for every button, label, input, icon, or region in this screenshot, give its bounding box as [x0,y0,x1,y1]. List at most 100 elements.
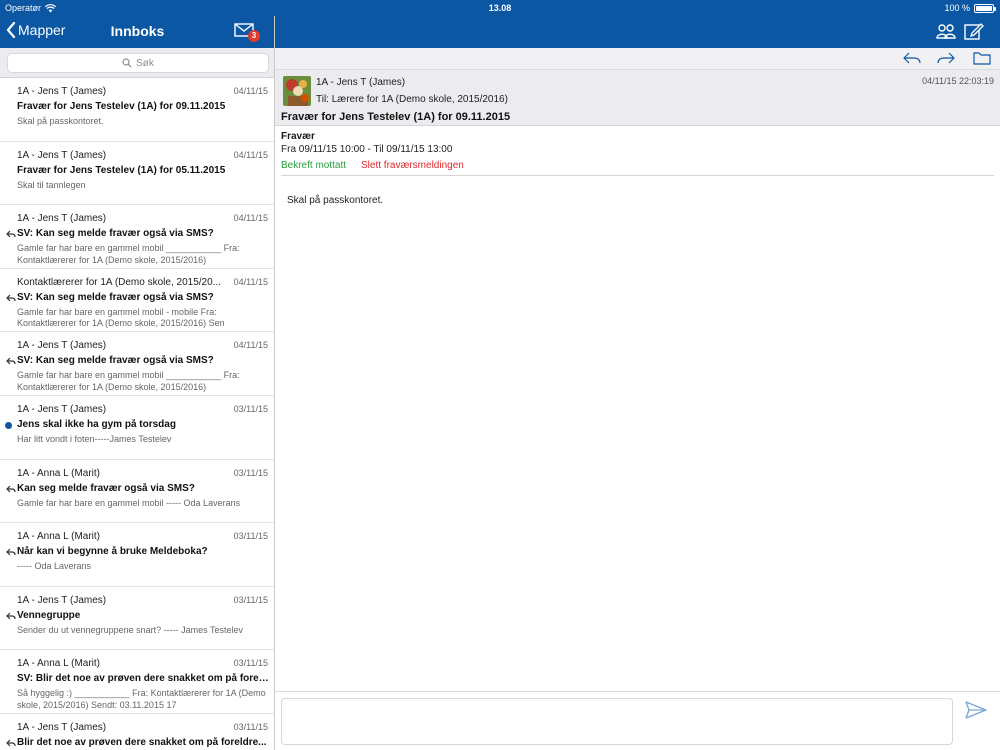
message-recipients: Til: Lærere for 1A (Demo skole, 2015/201… [316,94,508,105]
message-list-item[interactable]: 1A - Jens T (James) 04/11/15 SV: Kan seg m… [0,205,274,269]
message-date: 03/11/15 [233,594,268,605]
message-from: 1A - Anna L (Marit) [17,531,100,543]
message-date: 03/11/15 [233,531,268,542]
replied-icon [6,230,16,238]
message-from: 1A - Jens T (James) [17,149,107,161]
message-list-item[interactable]: 1A - Anna L (Marit) 03/11/15 Kan seg melde… [0,460,274,524]
message-preview: Skal på passkontoret. [17,116,104,126]
message-list-item[interactable]: 1A - Jens T (James) 03/11/15 Jens skal ikk… [0,396,274,460]
message-list-item[interactable]: Kontaktlærerer for 1A (Demo skole, 2015/… [0,269,274,333]
message-list-item[interactable]: 1A - Jens T (James) 04/11/15 SV: Kan seg m… [0,332,274,396]
compose-button[interactable] [964,22,984,46]
message-preview: Gamle far har bare en gammel mobil _____… [17,370,240,392]
message-list[interactable]: 1A - Jens T (James) 04/11/15 Fravær for Je… [0,78,274,750]
confirm-received-link[interactable]: Bekreft mottatt [281,160,346,171]
message-toolbar [275,48,1000,70]
absence-type: Fravær [281,131,315,142]
message-from: Kontaktlærerer for 1A (Demo skole, 2015/… [17,276,221,288]
send-button[interactable] [965,701,987,724]
new-messages-button[interactable]: 3 [234,23,260,43]
back-label: Mapper [18,22,66,38]
reply-input[interactable] [281,698,953,745]
message-subject-line: Kan seg melde fravær også via SMS? [17,482,195,494]
message-preview: Gamle far har bare en gammel mobil - mob… [17,306,225,329]
battery-percentage: 100 % [944,3,970,13]
message-subject-line: SV: Kan seg melde fravær også via SMS? [17,291,214,303]
avatar [283,76,311,106]
message-preview: Sender du ut vennegruppene snart? ----- … [17,624,243,635]
forward-button[interactable] [937,51,955,70]
message-date: 03/11/15 [233,658,268,669]
message-from: 1A - Anna L (Marit) [17,658,100,670]
group-icon [936,24,956,39]
message-date: 04/11/15 [233,149,268,160]
message-date: 03/11/15 [233,403,268,414]
reply-icon [903,52,921,64]
replied-icon [6,548,16,556]
unread-badge: 3 [248,30,260,42]
status-bar: Operatør 13.08 100 % [0,0,1000,16]
message-subject-line: Fravær for Jens Testelev (1A) for 05.11.… [17,164,226,176]
message-date: 04/11/15 [233,276,268,287]
message-date: 04/11/15 [233,86,268,96]
replied-icon [6,294,16,302]
message-preview: Har litt vondt i foten-----James Testele… [17,433,172,444]
chevron-left-icon [6,22,16,38]
search-icon [122,58,132,68]
reply-bar [275,691,1000,750]
move-to-folder-button[interactable] [973,51,991,70]
message-subject-line: Fravær for Jens Testelev (1A) for 09.11.… [17,101,226,112]
search-input[interactable]: Søk [7,53,269,73]
detail-navbar [275,16,1000,48]
message-preview: ----- Oda Laverans [17,561,92,572]
compose-icon [964,23,984,40]
message-preview: Så hyggelig :) ___________ Fra: Kontaktl… [17,688,266,710]
message-subject-line: Blir det noe av prøven dere snakket om p… [17,736,267,748]
message-date: 03/11/15 [233,721,268,732]
battery-icon [974,3,996,13]
message-subject: Fravær for Jens Testelev (1A) for 09.11.… [281,111,511,123]
message-date: 03/11/15 [233,467,268,478]
message-from: 1A - Jens T (James) [17,213,107,225]
separator [281,175,994,176]
message-preview: Gamle far har bare en gammel mobil -----… [17,497,241,508]
message-date: 04/11/15 [233,213,268,224]
replied-icon [6,357,16,365]
message-list-item[interactable]: 1A - Jens T (James) 04/11/15 Fravær for Je… [0,78,274,142]
message-from: 1A - Jens T (James) [17,340,107,352]
message-subject-line: SV: Kan seg melde fravær også via SMS? [17,355,214,367]
send-icon [965,701,987,719]
message-list-item[interactable]: 1A - Jens T (James) 04/11/15 Fravær for Je… [0,142,274,206]
message-header: 1A - Jens T (James) Til: Lærere for 1A (… [275,70,1000,126]
message-subject-line: Når kan vi begynne å bruke Meldeboka? [17,546,208,558]
message-from: 1A - Jens T (James) [17,594,107,606]
folder-icon [973,52,991,65]
message-list-item[interactable]: 1A - Anna L (Marit) 03/11/15 Når kan vi be… [0,523,274,587]
message-subject-line: SV: Blir det noe av prøven dere snakket … [17,673,269,685]
search-placeholder: Søk [136,57,154,69]
search-area: Søk [0,48,274,78]
back-to-folders-button[interactable]: Mapper [6,22,65,38]
message-list-item[interactable]: 1A - Jens T (James) 03/11/15 Blir det noe … [0,714,274,750]
message-from: 1A - Anna L (Marit) [17,467,100,479]
absence-panel: Fravær Fra 09/11/15 10:00 - Til 09/11/15… [275,127,1000,177]
message-date: 04/11/15 [233,340,268,351]
forward-icon [937,52,955,64]
message-list-item[interactable]: 1A - Anna L (Marit) 03/11/15 SV: Blir det … [0,650,274,714]
message-subject-line: Vennegruppe [17,609,81,621]
clock: 13.08 [488,3,512,13]
message-subject-line: SV: Kan seg melde fravær også via SMS? [17,228,214,240]
replied-icon [6,485,16,492]
message-preview: Gamle far har bare en gammel mobil _____… [17,243,240,265]
message-from: 1A - Jens T (James) [17,721,107,733]
message-subject-line: Jens skal ikke ha gym på torsdag [17,418,176,430]
delete-absence-link[interactable]: Slett fraværsmeldingen [361,160,464,171]
message-body: Skal på passkontoret. [287,195,384,206]
message-preview: Skal til tannlegen [17,179,86,190]
recipients-button[interactable] [936,22,956,45]
message-from: 1A - Jens T (James) [17,403,107,415]
reply-button[interactable] [903,51,921,70]
battery: 100 % [944,3,996,13]
message-from: 1A - Jens T (James) [17,86,107,97]
message-list-item[interactable]: 1A - Jens T (James) 03/11/15 Vennegruppe Se… [0,587,274,651]
